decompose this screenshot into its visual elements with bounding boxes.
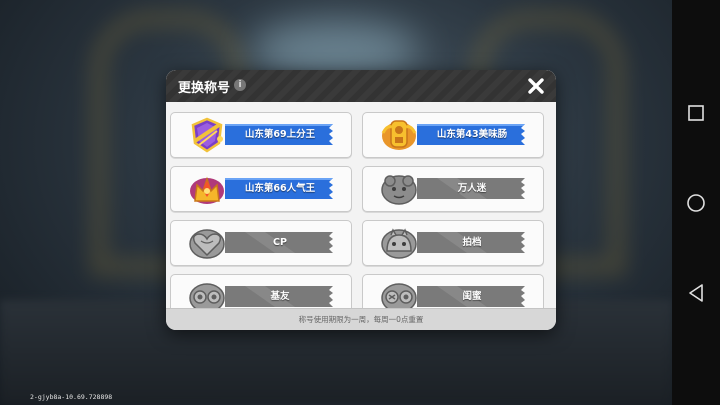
build-id-text: 2-gjyb8a-10.69.728898 <box>30 393 113 401</box>
heart-badge-icon <box>189 229 225 259</box>
title-ribbon: 万人迷 <box>417 178 531 199</box>
title-label: 山东第69上分王 <box>244 129 316 140</box>
title-ribbon: 基友 <box>225 286 339 307</box>
title-label: 基友 <box>270 291 290 302</box>
dialog-header: 更换称号 i <box>166 70 556 102</box>
title-card-7[interactable]: 基友 <box>170 274 352 308</box>
title-card-4[interactable]: 万人迷 <box>362 166 544 212</box>
title-ribbon: CP <box>225 232 339 253</box>
triangle-back-icon <box>689 284 703 302</box>
back-button[interactable] <box>683 280 709 306</box>
title-ribbon: 山东第66人气王 <box>225 178 339 199</box>
dialog-footer: 称号使用期限为一周，每周一0点重置 <box>166 308 556 330</box>
title-reset-note: 称号使用期限为一周，每周一0点重置 <box>298 315 424 324</box>
fire-crown-badge-icon <box>190 176 224 204</box>
info-icon[interactable]: i <box>234 79 246 91</box>
dialog-title: 更换称号 <box>178 81 231 96</box>
title-label: 山东第66人气王 <box>244 183 316 194</box>
title-ribbon: 山东第69上分王 <box>225 124 339 145</box>
title-ribbon: 闺蜜 <box>417 286 531 307</box>
mascot-badge-icon <box>381 175 417 205</box>
system-nav-bar <box>672 0 720 405</box>
buddy-badge-icon <box>189 283 225 308</box>
title-label: 万人迷 <box>457 183 487 194</box>
title-ribbon: 拍档 <box>417 232 531 253</box>
title-label: 山东第43美味肠 <box>436 129 508 140</box>
title-label: 拍档 <box>462 237 482 248</box>
partner-badge-icon <box>381 228 417 259</box>
title-card-8[interactable]: 闺蜜 <box>362 274 544 308</box>
title-ribbon: 山东第43美味肠 <box>417 124 531 145</box>
circle-icon <box>687 194 705 212</box>
gold-shield-badge-icon <box>381 120 417 150</box>
game-screen: 更换称号 i 山东第69上分王 山东第43美味肠 山东第66人气王 万人迷 CP… <box>0 0 720 405</box>
home-button[interactable] <box>683 190 709 216</box>
title-list[interactable]: 山东第69上分王 山东第43美味肠 山东第66人气王 万人迷 CP 拍档 基友 … <box>166 102 556 308</box>
change-title-dialog: 更换称号 i 山东第69上分王 山东第43美味肠 山东第66人气王 万人迷 CP… <box>166 70 556 330</box>
title-card-2[interactable]: 山东第43美味肠 <box>362 112 544 158</box>
close-button[interactable] <box>524 74 548 98</box>
square-icon <box>688 105 704 121</box>
title-label: 闺蜜 <box>462 291 482 302</box>
title-card-1[interactable]: 山东第69上分王 <box>170 112 352 158</box>
title-card-5[interactable]: CP <box>170 220 352 266</box>
close-icon <box>528 78 544 94</box>
recents-button[interactable] <box>683 100 709 126</box>
title-label: CP <box>273 237 287 248</box>
title-card-6[interactable]: 拍档 <box>362 220 544 266</box>
purple-crest-badge-icon <box>191 117 223 153</box>
bestie-badge-icon <box>381 283 417 308</box>
title-card-3[interactable]: 山东第66人气王 <box>170 166 352 212</box>
